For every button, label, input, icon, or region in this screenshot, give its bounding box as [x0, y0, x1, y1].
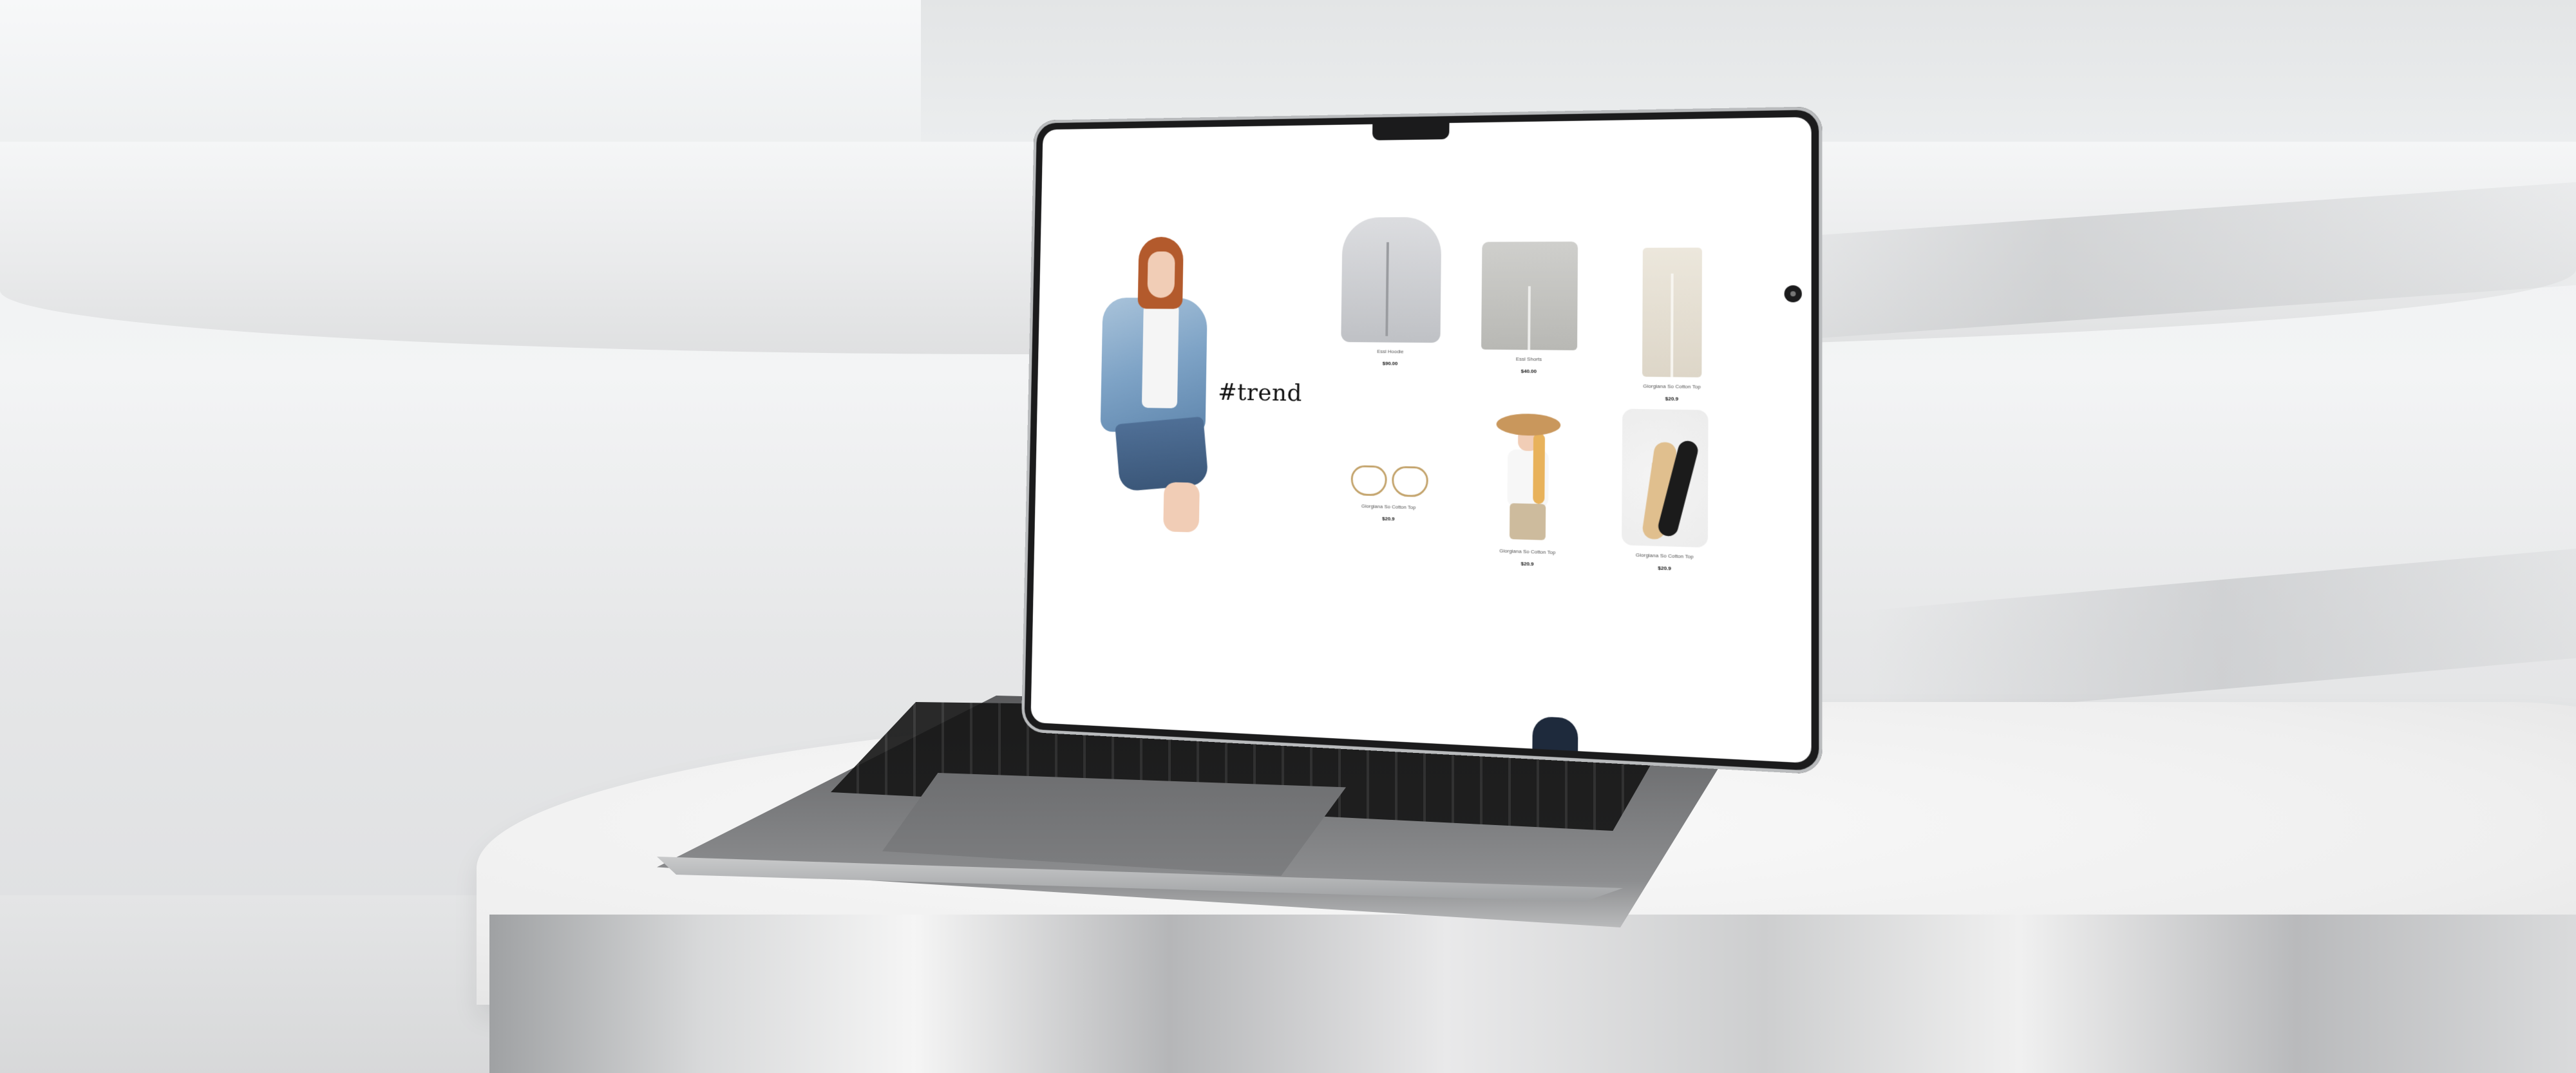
photo-scene: #trend Essl Hoodie $90.00 Essl Shorts $4… — [0, 0, 2576, 1073]
carousel-dot-button[interactable] — [1784, 285, 1802, 303]
product-name[interactable]: Giorgiana So Cotton Top — [1332, 502, 1444, 511]
product-name[interactable]: Essl Shorts — [1472, 356, 1587, 363]
denim-skirt — [1115, 416, 1209, 492]
legs — [1163, 482, 1200, 533]
light-shadow — [1868, 548, 2576, 721]
laptop-screen: #trend Essl Hoodie $90.00 Essl Shorts $4… — [1030, 117, 1812, 764]
product-name[interactable]: Giorgiana So Cotton Top — [1613, 383, 1732, 390]
face — [1147, 251, 1175, 298]
product-price: $20.9 — [1658, 565, 1671, 572]
white-shirt — [1141, 303, 1179, 408]
product-card[interactable]: Giorgiana So Cotton Top $20.9 — [1332, 461, 1445, 524]
girl-hair — [1533, 433, 1546, 504]
product-price: $20.9 — [1382, 515, 1395, 522]
table-base — [489, 915, 2576, 1073]
laptop-lid: #trend Essl Hoodie $90.00 Essl Shorts $4… — [1021, 106, 1823, 775]
product-price: $20.9 — [1520, 560, 1534, 567]
lens-left — [1350, 465, 1387, 497]
product-card[interactable]: Essl Shorts $40.00 — [1472, 242, 1587, 375]
hoodie-icon — [1341, 216, 1442, 343]
product-card[interactable]: Giorgiana So Cotton Top $20.9 — [1605, 408, 1725, 573]
product-grid: Essl Hoodie $90.00 Essl Shorts $40.00 Gi… — [1331, 215, 1732, 647]
product-name[interactable]: Essl Hoodie — [1335, 348, 1447, 355]
glasses-icon — [1349, 461, 1430, 499]
girl-pants — [1509, 503, 1546, 540]
hero-tag-text: #trend — [1217, 377, 1303, 407]
product-name[interactable]: Giorgiana So Cotton Top — [1470, 547, 1586, 556]
product-name[interactable]: Giorgiana So Cotton Top — [1605, 551, 1725, 561]
product-card[interactable]: Giorgiana So Cotton Top $20.9 — [1470, 413, 1586, 569]
shorts-icon — [1481, 242, 1578, 350]
lens-right — [1392, 466, 1428, 498]
product-card[interactable]: Giorgiana So Cotton Top $20.9 — [1613, 247, 1732, 403]
floor — [0, 895, 515, 1073]
hero-banner[interactable]: #trend — [1087, 236, 1302, 533]
partial-image — [1532, 716, 1578, 752]
camera-notch — [1372, 122, 1450, 140]
model-photo — [1099, 236, 1210, 533]
product-price: $20.9 — [1665, 395, 1679, 402]
product-price: $90.00 — [1382, 360, 1398, 366]
product-card[interactable]: Essl Hoodie $90.00 — [1334, 216, 1448, 367]
straw-hat — [1496, 413, 1561, 437]
wide-pants-icon — [1642, 247, 1702, 377]
product-price: $40.00 — [1520, 368, 1537, 375]
girl-in-hat-icon — [1495, 413, 1561, 544]
socks-icon — [1622, 408, 1709, 548]
